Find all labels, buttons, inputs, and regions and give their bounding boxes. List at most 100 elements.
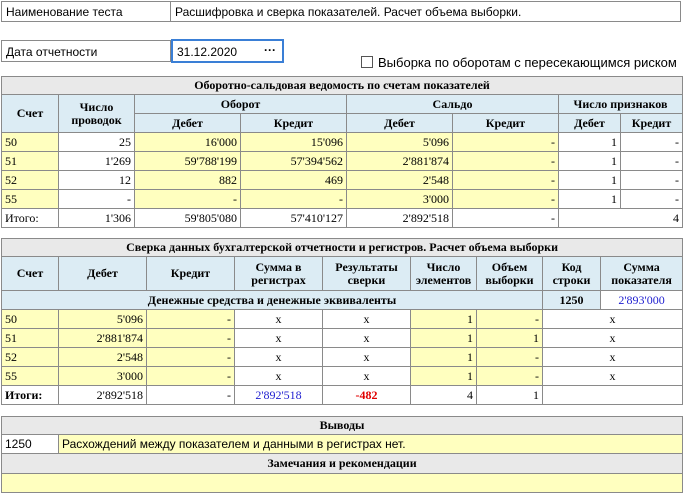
cell-account: 51 [1,151,59,171]
test-name-value: Расшифровка и сверка показателей. Расчет… [170,1,681,22]
cell-indicator: x [541,366,683,386]
group-sum: 2'893'000 [599,290,683,310]
report-date-value: 31.12.2020 [177,45,238,59]
cell-balance-debit: 3'000 [346,189,453,209]
cell-sample: 1 [476,328,543,348]
cell-account: 52 [1,170,59,190]
cell-balance-debit: 5'096 [346,132,453,152]
cell-turnover-debit: 59'788'199 [134,151,241,171]
cell-turnover-debit: - [134,189,241,209]
cell-sample: - [476,347,543,367]
cell-results: x [322,309,411,329]
cell-signs-credit: - [619,189,683,209]
cell-elements: 1 [410,328,477,348]
cell-results: x [322,328,411,348]
reconciliation-title: Сверка данных бухгалтерской отчетности и… [0,238,683,257]
report-date-field[interactable]: 31.12.2020 ··· [171,39,284,63]
cell-indicator: x [541,347,683,367]
conclusion-code: 1250 [1,434,59,454]
cell-credit: - [146,309,235,329]
total-label: Итоги: [1,385,59,405]
cross-risk-checkbox[interactable] [361,56,373,68]
table-total-row: Итого: 1'306 59'805'080 57'410'127 2'892… [1,208,683,228]
date-picker-button[interactable]: ··· [264,43,276,57]
cell-turnover-credit: 15'096 [240,132,347,152]
cell-account: 51 [1,328,59,348]
cell-turnover-debit: 16'000 [134,132,241,152]
total-registers: 2'892'518 [234,385,323,405]
group-row: Денежные средства и денежные эквиваленты… [1,290,683,310]
reconciliation-table: Сверка данных бухгалтерской отчетности и… [0,238,683,405]
table-row: 52 2'548 - x x 1 - x [1,347,683,367]
col-indicator: Сумма показателя [599,256,683,291]
total-credit: - [146,385,235,405]
cell-account: 55 [1,189,59,209]
cell-turnover-credit: - [240,189,347,209]
cell-balance-credit: - [452,132,559,152]
table-row: 55 - - - 3'000 - 1 - [1,189,683,209]
cell-account: 50 [1,132,59,152]
cell-signs-debit: 1 [558,170,621,190]
conclusion-text[interactable]: Расхождений между показателем и данными … [58,434,683,454]
remarks-field[interactable] [1,473,683,493]
cell-indicator: x [541,328,683,348]
col-sample: Объем выборки [476,256,543,291]
cell-turnover-debit: 882 [134,170,241,190]
cell-debit: 2'881'874 [58,328,147,348]
cell-debit: 2'548 [58,347,147,367]
col-postings: Число проводок [58,94,135,133]
cell-turnover-credit: 469 [240,170,347,190]
col-signs-debit: Дебет [558,113,621,133]
col-signs: Число признаков [557,94,683,114]
cell-account: 55 [1,366,59,386]
cell-balance-credit: - [452,151,559,171]
col-account: Счет [1,256,59,291]
cross-risk-checkbox-label: Выборка по оборотам с пересекающимся рис… [378,55,677,70]
cell-sample: - [476,366,543,386]
total-turnover-debit: 59'805'080 [134,208,241,228]
col-elements: Число элементов [410,256,477,291]
table-row: 51 1'269 59'788'199 57'394'562 2'881'874… [1,151,683,171]
table-row: 50 5'096 - x x 1 - x [1,309,683,329]
total-label: Итого: [1,208,59,228]
group-code: 1250 [542,290,601,310]
col-registers: Сумма в регистрах [234,256,323,291]
table-row: 55 3'000 - x x 1 - x [1,366,683,386]
col-balance: Сальдо [346,94,559,114]
total-turnover-credit: 57'410'127 [240,208,347,228]
cell-results: x [322,366,411,386]
cell-credit: - [146,328,235,348]
cell-postings: 1'269 [58,151,135,171]
cell-balance-debit: 2'881'874 [346,151,453,171]
cell-elements: 1 [410,366,477,386]
cell-balance-credit: - [452,189,559,209]
cell-signs-debit: 1 [558,189,621,209]
group-label: Денежные средства и денежные эквиваленты [1,290,543,310]
cell-sample: - [476,309,543,329]
col-results: Результаты сверки [322,256,411,291]
total-results: -482 [322,385,411,405]
cell-registers: x [234,309,323,329]
cell-debit: 5'096 [58,309,147,329]
table-row: 51 2'881'874 - x x 1 1 x [1,328,683,348]
total-elements: 4 [410,385,477,405]
cell-registers: x [234,347,323,367]
total-debit: 2'892'518 [58,385,147,405]
cell-elements: 1 [410,347,477,367]
col-account: Счет [1,94,59,133]
cell-balance-credit: - [452,170,559,190]
cell-postings: 25 [58,132,135,152]
cell-account: 52 [1,347,59,367]
table-total-row: Итоги: 2'892'518 - 2'892'518 -482 4 1 [1,385,683,405]
col-balance-debit: Дебет [346,113,453,133]
turnover-balance-title: Оборотно-сальдовая ведомость по счетам п… [0,76,683,95]
cell-results: x [322,347,411,367]
cell-registers: x [234,366,323,386]
conclusions-table: Выводы 1250 Расхождений между показателе… [1,416,683,493]
col-signs-credit: Кредит [619,113,683,133]
total-postings: 1'306 [58,208,135,228]
conclusions-title: Выводы [1,416,683,435]
total-balance-credit: - [452,208,559,228]
cell-credit: - [146,347,235,367]
cell-turnover-credit: 57'394'562 [240,151,347,171]
